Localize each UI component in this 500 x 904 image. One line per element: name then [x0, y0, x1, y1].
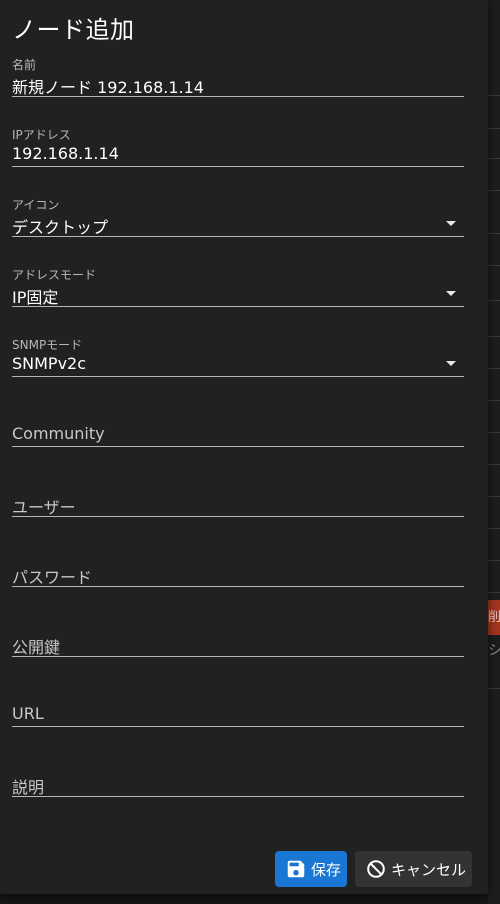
snmp-mode-select[interactable]: SNMPモード SNMPv2c — [12, 336, 464, 406]
floppy-disk-icon — [287, 860, 305, 878]
name-field[interactable]: 名前 新規ノード 192.168.1.14 — [12, 56, 464, 126]
password-field[interactable]: パスワード — [12, 546, 464, 616]
icon-select-label: アイコン — [12, 198, 60, 212]
user-field[interactable]: ユーザー — [12, 476, 464, 546]
password-input[interactable]: パスワード — [12, 564, 92, 588]
address-mode-select[interactable]: アドレスモード IP固定 — [12, 266, 464, 336]
cancel-button[interactable]: キャンセル — [355, 851, 472, 887]
background-page — [488, 0, 500, 904]
icon-select-value[interactable]: デスクトップ — [12, 214, 432, 238]
background-divider — [488, 265, 500, 266]
community-underline — [12, 446, 464, 447]
background-delete-label: 削 — [488, 610, 500, 625]
background-delete-button: 削 — [488, 600, 500, 635]
dropdown-arrow-icon[interactable] — [446, 291, 456, 296]
address-mode-value[interactable]: IP固定 — [12, 284, 432, 308]
cancel-button-label: キャンセル — [391, 860, 467, 879]
background-divider — [488, 233, 500, 234]
community-input[interactable]: Community — [12, 424, 105, 443]
description-underline — [12, 796, 464, 797]
background-divider — [488, 128, 500, 129]
ip-address-field[interactable]: IPアドレス 192.168.1.14 — [12, 126, 464, 196]
save-button-label: 保存 — [311, 860, 342, 879]
description-field[interactable]: 説明 — [12, 756, 464, 826]
background-divider — [488, 560, 500, 561]
background-divider — [488, 688, 500, 689]
name-input[interactable]: 新規ノード 192.168.1.14 — [12, 74, 432, 98]
block-icon — [367, 860, 385, 878]
url-field[interactable]: URL — [12, 686, 464, 756]
background-divider — [488, 528, 500, 529]
background-divider — [488, 300, 500, 301]
ip-address-input[interactable]: 192.168.1.14 — [12, 144, 432, 163]
name-underline — [12, 96, 464, 97]
background-divider — [488, 158, 500, 159]
user-input[interactable]: ユーザー — [12, 494, 76, 518]
community-field[interactable]: Community — [12, 406, 464, 476]
snmp-mode-underline — [12, 376, 464, 377]
password-underline — [12, 586, 464, 587]
background-text: シ — [488, 640, 500, 660]
icon-select[interactable]: アイコン デスクトップ — [12, 196, 464, 266]
ip-address-underline — [12, 166, 464, 167]
dropdown-arrow-icon[interactable] — [446, 361, 456, 366]
background-divider — [488, 336, 500, 337]
background-divider — [488, 592, 500, 593]
public-key-input[interactable]: 公開鍵 — [12, 634, 60, 658]
background-divider — [488, 95, 500, 96]
snmp-mode-label: SNMPモード — [12, 338, 83, 352]
address-mode-label: アドレスモード — [12, 268, 97, 282]
description-input[interactable]: 説明 — [12, 774, 44, 798]
dropdown-arrow-icon[interactable] — [446, 221, 456, 226]
background-divider — [488, 432, 500, 433]
ip-address-label: IPアドレス — [12, 128, 71, 142]
save-button[interactable]: 保存 — [275, 851, 347, 887]
background-divider — [488, 464, 500, 465]
dialog-title: ノード追加 — [12, 16, 135, 44]
background-divider — [488, 368, 500, 369]
address-mode-underline — [12, 306, 464, 307]
background-text-label: シ — [488, 643, 500, 659]
public-key-underline — [12, 656, 464, 657]
add-node-dialog: ノード追加 名前 新規ノード 192.168.1.14 IPアドレス 192.1… — [0, 0, 488, 894]
background-divider — [488, 400, 500, 401]
url-underline — [12, 726, 464, 727]
public-key-field[interactable]: 公開鍵 — [12, 616, 464, 686]
url-input[interactable]: URL — [12, 704, 44, 723]
background-divider — [488, 190, 500, 191]
name-label: 名前 — [12, 58, 37, 72]
snmp-mode-value[interactable]: SNMPv2c — [12, 354, 432, 373]
user-underline — [12, 516, 464, 517]
icon-select-underline — [12, 236, 464, 237]
background-divider — [488, 496, 500, 497]
